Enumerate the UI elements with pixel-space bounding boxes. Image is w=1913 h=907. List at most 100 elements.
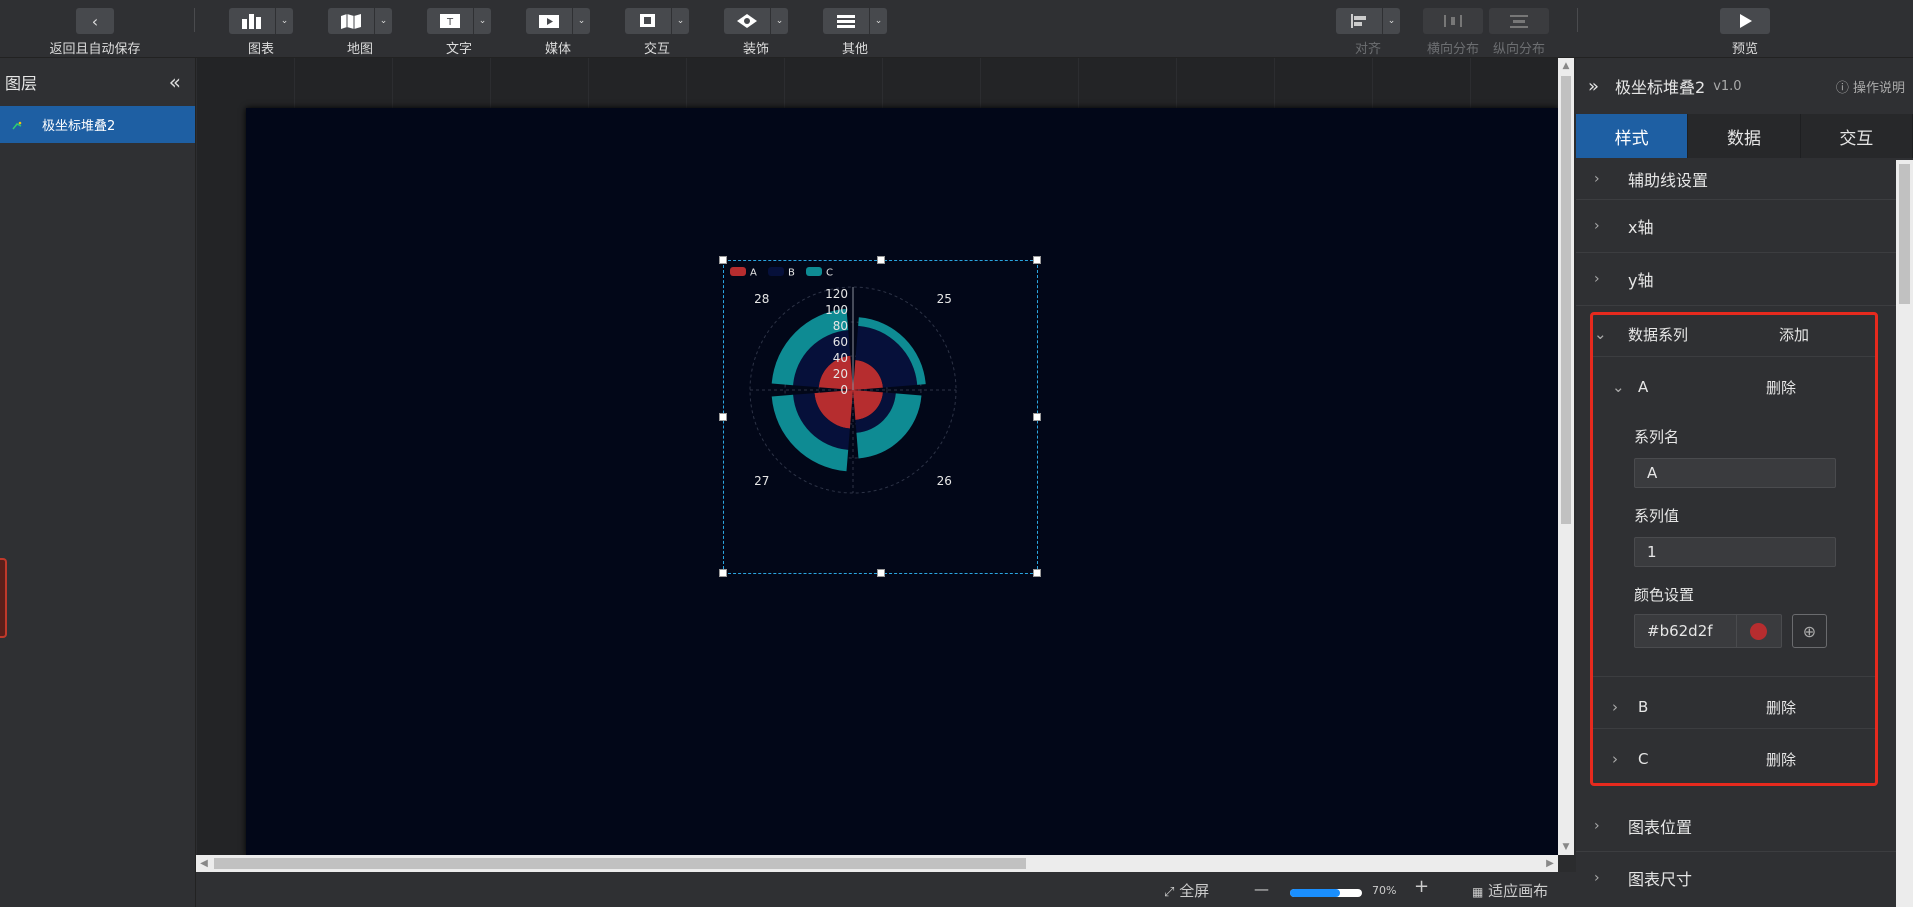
media-menu-button[interactable]: ⌄ 媒体 <box>526 8 590 57</box>
category-label: 26 <box>937 474 952 488</box>
section-x-axis[interactable]: › x轴 <box>1576 200 1896 253</box>
chevron-down-icon[interactable]: ⌄ <box>572 8 590 34</box>
radial-tick-label: 20 <box>833 367 848 381</box>
back-label: 返回且自动保存 <box>49 42 141 57</box>
vertical-distribute-button[interactable]: 纵向分布 <box>1489 8 1549 57</box>
legend-label: C <box>826 268 833 279</box>
resize-handle-left[interactable] <box>719 413 727 421</box>
layer-item[interactable]: 极坐标堆叠2 <box>0 106 195 143</box>
chevron-down-icon[interactable]: ⌄ <box>770 8 788 34</box>
scroll-left-icon[interactable]: ◀ <box>196 855 212 872</box>
resize-handle-top-left[interactable] <box>719 256 727 264</box>
scroll-right-icon[interactable]: ▶ <box>1542 855 1558 872</box>
canvas-horizontal-scrollbar[interactable]: ◀ ▶ <box>196 855 1558 872</box>
legend-label: A <box>750 268 757 279</box>
map-menu-button[interactable]: ⌄ 地图 <box>328 8 392 57</box>
preview-label: 预览 <box>1731 42 1758 57</box>
zoom-slider[interactable] <box>1290 889 1362 897</box>
interaction-menu-button[interactable]: ⌄ 交互 <box>625 8 689 57</box>
tab-interaction[interactable]: 交互 <box>1801 114 1913 158</box>
section-chart-position[interactable]: › 图表位置 <box>1576 800 1896 852</box>
section-guideline[interactable]: › 辅助线设置 <box>1576 158 1896 200</box>
zoom-bar: ⤢ 全屏 — 70% + ▦ 适应画布 <box>196 872 1578 907</box>
resize-handle-bottom-right[interactable] <box>1033 569 1041 577</box>
section-chart-size-label: 图表尺寸 <box>1628 870 1693 889</box>
legend-swatch-b[interactable] <box>768 267 784 276</box>
zoom-value: 70% <box>1372 884 1397 897</box>
fit-canvas-button[interactable]: ▦ 适应画布 <box>1472 880 1548 901</box>
fullscreen-button[interactable]: ⤢ 全屏 <box>1164 880 1209 901</box>
radial-tick-label: 0 <box>840 383 848 397</box>
section-guideline-label: 辅助线设置 <box>1628 170 1709 190</box>
scroll-up-icon[interactable]: ▲ <box>1558 58 1574 74</box>
canvas-vertical-scrollbar[interactable]: ▲ ▼ <box>1558 58 1574 855</box>
legend-swatch-c[interactable] <box>806 267 822 276</box>
expand-panel-icon[interactable]: » <box>1588 76 1599 97</box>
section-x-axis-label: x轴 <box>1628 218 1654 237</box>
chevron-down-icon[interactable]: ⌄ <box>374 8 392 34</box>
section-chart-size[interactable]: › 图表尺寸 <box>1576 852 1896 904</box>
fullscreen-icon: ⤢ <box>1164 885 1175 900</box>
panel-scrollbar[interactable] <box>1896 160 1913 907</box>
resize-handle-top-right[interactable] <box>1033 256 1041 264</box>
fit-canvas-label: 适应画布 <box>1488 882 1549 900</box>
layers-title: 图层 <box>5 74 38 93</box>
decoration-icon <box>724 8 770 34</box>
horizontal-distribute-button[interactable]: 横向分布 <box>1423 8 1483 57</box>
back-button[interactable]: ‹ 返回且自动保存 <box>45 8 145 57</box>
align-left-icon <box>1336 8 1382 34</box>
radial-tick-label: 60 <box>833 335 848 349</box>
resize-handle-right[interactable] <box>1033 413 1041 421</box>
media-icon <box>526 8 572 34</box>
decoration-menu-label: 装饰 <box>742 42 769 57</box>
radial-tick-label: 120 <box>825 287 848 301</box>
text-menu-button[interactable]: T ⌄ 文字 <box>427 8 491 57</box>
chevron-down-icon[interactable]: ⌄ <box>473 8 491 34</box>
more-menu-button[interactable]: ⌄ 其他 <box>823 8 887 57</box>
chevron-right-icon: › <box>1594 271 1600 287</box>
align-button[interactable]: ⌄ 对齐 <box>1336 8 1400 57</box>
chevron-right-icon: › <box>1594 817 1600 834</box>
chevron-down-icon[interactable]: ⌄ <box>869 8 887 34</box>
zoom-out-button[interactable]: — <box>1254 880 1269 898</box>
play-icon <box>1720 8 1770 34</box>
top-toolbar: ‹ 返回且自动保存 ⌄ 图表 ⌄ 地图 T ⌄ 文字 ⌄ 媒体 ⌄ 交互 ⌄ 装饰… <box>0 0 1913 58</box>
info-icon: ⓘ <box>1835 80 1849 96</box>
horizontal-distribute-icon <box>1423 8 1483 34</box>
preview-button[interactable]: 预览 <box>1720 8 1770 57</box>
tab-data[interactable]: 数据 <box>1688 114 1801 158</box>
svg-text:T: T <box>446 17 454 28</box>
scroll-down-icon[interactable]: ▼ <box>1558 839 1574 855</box>
tab-style[interactable]: 样式 <box>1576 114 1689 158</box>
chevron-right-icon: › <box>1594 170 1600 187</box>
decoration-menu-button[interactable]: ⌄ 装饰 <box>724 8 788 57</box>
radial-tick-label: 40 <box>833 351 848 365</box>
map-menu-label: 地图 <box>346 42 373 57</box>
interaction-icon <box>625 8 671 34</box>
chart-menu-button[interactable]: ⌄ 图表 <box>229 8 293 57</box>
properties-panel: » 极坐标堆叠2 v1.0 ⓘ 操作说明 样式 数据 交互 › 辅助线设置 › x轴… <box>1576 58 1913 907</box>
resize-handle-bottom[interactable] <box>877 569 885 577</box>
text-menu-label: 文字 <box>445 42 472 57</box>
highlight-box <box>1590 312 1878 786</box>
category-label: 28 <box>754 292 769 306</box>
section-y-axis[interactable]: › y轴 <box>1576 253 1896 306</box>
text-icon: T <box>427 8 473 34</box>
category-label: 27 <box>754 474 769 488</box>
resize-handle-top[interactable] <box>877 256 885 264</box>
chart-menu-label: 图表 <box>247 42 274 57</box>
chevron-right-icon: › <box>1594 218 1600 234</box>
chevron-down-icon[interactable]: ⌄ <box>671 8 689 34</box>
help-button[interactable]: ⓘ 操作说明 <box>1836 77 1905 96</box>
resize-handle-bottom-left[interactable] <box>719 569 727 577</box>
more-menu-label: 其他 <box>841 42 868 57</box>
legend-swatch-a[interactable] <box>730 267 746 276</box>
collapse-left-icon[interactable]: « <box>169 70 181 94</box>
vertical-distribute-icon <box>1489 8 1549 34</box>
chevron-down-icon[interactable]: ⌄ <box>275 8 293 34</box>
interaction-menu-label: 交互 <box>643 42 670 57</box>
zoom-in-button[interactable]: + <box>1414 876 1429 897</box>
edge-marker <box>0 558 7 638</box>
selected-chart-widget[interactable]: A B C 25 26 27 28 0 20 40 60 80 100 120 <box>719 256 1041 577</box>
chevron-down-icon[interactable]: ⌄ <box>1382 8 1400 34</box>
